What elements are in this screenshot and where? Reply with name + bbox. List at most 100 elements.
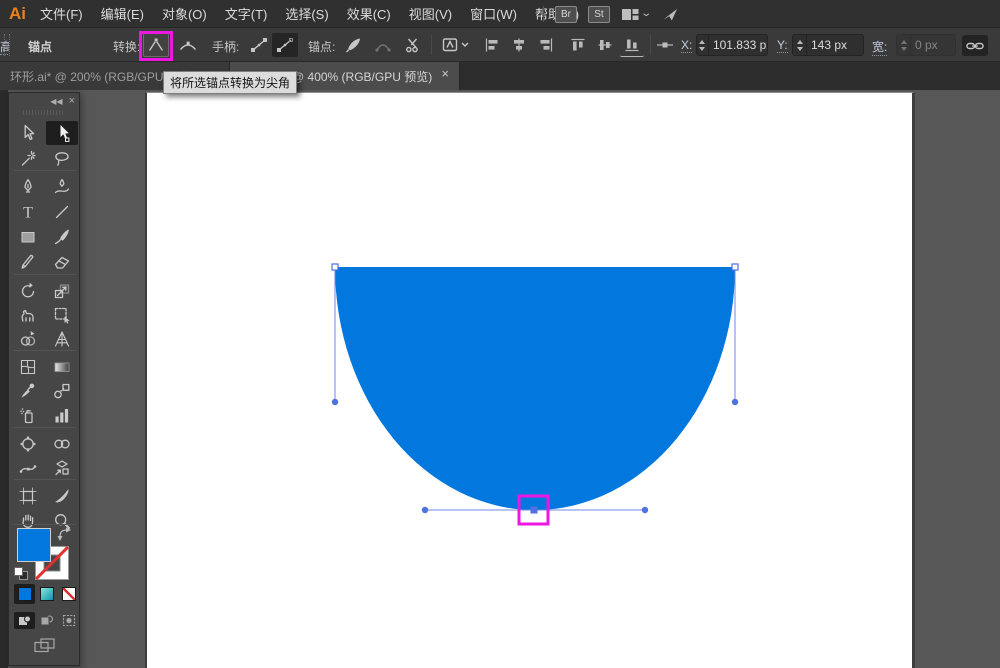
tool-rectangle[interactable] xyxy=(12,225,44,249)
align-h-center-icon xyxy=(511,37,527,53)
panel-grip[interactable] xyxy=(23,110,65,115)
app-logo[interactable]: Ai xyxy=(9,4,26,24)
align-h-center-button[interactable] xyxy=(507,33,531,57)
tool-slice[interactable] xyxy=(46,484,78,508)
width-tool-icon xyxy=(18,458,38,478)
width-field-label[interactable]: 宽: xyxy=(872,38,887,56)
stock-badge[interactable]: St xyxy=(588,6,610,23)
align-v-center-icon xyxy=(597,37,613,53)
none-button[interactable] xyxy=(58,584,79,604)
tool-selection[interactable] xyxy=(12,121,44,145)
align-top-button[interactable] xyxy=(566,33,590,57)
menu-view[interactable]: 视图(V) xyxy=(409,4,452,23)
tool-gradient[interactable] xyxy=(46,355,78,379)
tool-live-paint-bucket[interactable] xyxy=(12,432,44,456)
tool-free-transform[interactable] xyxy=(46,303,78,327)
y-field-label[interactable]: Y: xyxy=(777,38,788,53)
menu-effect[interactable]: 效果(C) xyxy=(347,4,391,23)
close-tab-icon[interactable]: × xyxy=(441,67,449,80)
tool-lasso[interactable] xyxy=(46,147,78,171)
gradient-tool-icon xyxy=(52,357,72,377)
menubar-divider xyxy=(543,6,544,22)
menu-edit[interactable]: 编辑(E) xyxy=(101,4,144,23)
align-left-button[interactable] xyxy=(480,33,504,57)
gradient-button[interactable] xyxy=(36,584,57,604)
bridge-badge[interactable]: Br xyxy=(555,6,577,23)
fill-swatch[interactable] xyxy=(17,528,51,562)
tool-eyedropper[interactable] xyxy=(12,379,44,403)
tool-pen[interactable] xyxy=(12,175,44,199)
change-screen-mode-button[interactable] xyxy=(33,637,57,654)
height-field-label[interactable]: 高 xyxy=(0,40,9,55)
align-bottom-button[interactable] xyxy=(620,33,644,57)
tool-mesh[interactable] xyxy=(12,355,44,379)
reference-point-button[interactable] xyxy=(654,33,676,57)
screen-mode-icon xyxy=(34,638,56,653)
color-button[interactable] xyxy=(14,584,35,604)
tool-width[interactable] xyxy=(12,456,44,480)
tool-column-graph[interactable] xyxy=(46,404,78,428)
x-stepper[interactable] xyxy=(697,35,709,55)
menu-window[interactable]: 窗口(W) xyxy=(470,4,517,23)
connect-endpoints-button[interactable] xyxy=(370,33,396,57)
slice-knife-tool-icon xyxy=(52,486,72,506)
tool-line-segment[interactable] xyxy=(46,200,78,224)
tool-symbol-sprayer[interactable] xyxy=(12,404,44,428)
menu-object[interactable]: 对象(O) xyxy=(162,4,207,23)
hide-handles-icon xyxy=(275,36,295,54)
artboard[interactable] xyxy=(145,92,915,668)
tooltip: 将所选锚点转换为尖角 xyxy=(163,71,297,94)
tool-type[interactable]: T xyxy=(12,200,44,224)
highlight-convert-corner-button xyxy=(139,31,173,61)
tool-pencil[interactable] xyxy=(12,250,44,274)
menu-type[interactable]: 文字(T) xyxy=(225,4,268,23)
default-fill-stroke-icon[interactable] xyxy=(14,567,30,581)
draw-behind-button[interactable] xyxy=(36,612,57,629)
align-v-center-button[interactable] xyxy=(593,33,617,57)
handles-label: 手柄: xyxy=(212,38,239,55)
tool-scale[interactable] xyxy=(46,279,78,303)
tool-magic-wand[interactable] xyxy=(12,147,44,171)
tool-direct-selection[interactable] xyxy=(46,121,78,145)
y-value[interactable]: 143 px xyxy=(807,35,851,55)
tool-blend[interactable] xyxy=(46,379,78,403)
workspace-switcher-button[interactable]: ⌄ xyxy=(621,8,650,21)
cut-path-button[interactable] xyxy=(400,33,426,57)
tool-artboard[interactable] xyxy=(12,484,44,508)
share-rocket-icon[interactable] xyxy=(661,6,679,22)
chevron-down-icon: ⌄ xyxy=(640,9,652,19)
swap-fill-stroke-icon[interactable] xyxy=(57,527,73,541)
x-field[interactable]: 101.833 px xyxy=(696,34,768,56)
draw-inside-button[interactable] xyxy=(58,612,79,629)
tool-curvature[interactable] xyxy=(46,175,78,199)
remove-anchor-button[interactable] xyxy=(340,33,366,57)
y-stepper[interactable] xyxy=(793,35,807,55)
close-panel-icon[interactable]: × xyxy=(69,95,75,107)
tool-perspective-selection[interactable] xyxy=(46,456,78,480)
color-fill-icon xyxy=(18,587,32,601)
selection-tool-icon xyxy=(18,123,38,143)
menu-select[interactable]: 选择(S) xyxy=(285,4,328,23)
y-field[interactable]: 143 px xyxy=(792,34,864,56)
collapse-panel-icon[interactable]: ◀◀ xyxy=(50,97,62,106)
tool-shape-builder[interactable] xyxy=(12,327,44,351)
tool-puppet-warp[interactable] xyxy=(12,303,44,327)
chain-link-icon xyxy=(965,39,985,53)
hide-handles-button[interactable] xyxy=(272,33,298,57)
tool-eraser[interactable] xyxy=(46,250,78,274)
none-fill-icon xyxy=(62,587,76,601)
draw-normal-button[interactable] xyxy=(14,612,35,629)
x-field-label[interactable]: X: xyxy=(681,38,692,53)
align-right-button[interactable] xyxy=(534,33,558,57)
constrain-proportions-button[interactable] xyxy=(962,35,988,56)
tool-live-paint-selection[interactable] xyxy=(46,432,78,456)
rectangle-tool-icon xyxy=(18,227,38,247)
menu-file[interactable]: 文件(F) xyxy=(40,4,83,23)
convert-to-smooth-button[interactable] xyxy=(175,33,201,57)
tool-rotate[interactable] xyxy=(12,279,44,303)
x-value[interactable]: 101.833 px xyxy=(709,35,767,55)
tool-perspective-grid[interactable] xyxy=(46,327,78,351)
isolate-selected-object-button[interactable] xyxy=(438,33,474,57)
tool-paintbrush[interactable] xyxy=(46,225,78,249)
show-handles-button[interactable] xyxy=(246,33,272,57)
